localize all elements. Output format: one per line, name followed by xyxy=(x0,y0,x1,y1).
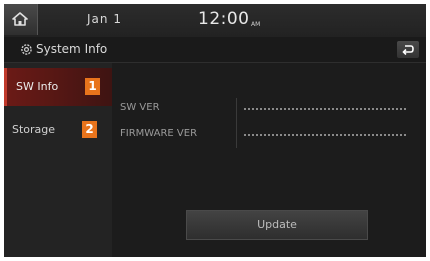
back-button[interactable] xyxy=(397,41,419,58)
back-arrow-icon xyxy=(402,45,414,55)
update-button[interactable]: Update xyxy=(186,210,368,240)
home-icon xyxy=(12,12,28,26)
date-display: Jan 1 xyxy=(87,12,122,26)
title-bar: System Info xyxy=(4,37,426,63)
ampm-indicator: AM xyxy=(251,21,261,28)
firmware-ver-label: FIRMWARE VER xyxy=(120,128,198,139)
info-panel: SW VER FIRMWARE VER Update xyxy=(112,63,426,257)
status-bar: Jan 1 12:00 AM xyxy=(4,4,426,37)
sidebar-item-sw-info[interactable]: SW Info 1 xyxy=(4,68,112,106)
column-divider xyxy=(236,98,237,148)
firmware-ver-value xyxy=(244,134,406,136)
sw-ver-value xyxy=(244,108,406,110)
callout-badge: 2 xyxy=(82,121,97,138)
clock-display: 12:00 xyxy=(198,9,250,29)
callout-badge: 1 xyxy=(85,78,100,95)
screen: Jan 1 12:00 AM System Info SW Info 1 Sto… xyxy=(4,4,426,257)
sidebar-item-label: Storage xyxy=(12,123,56,136)
sw-ver-label: SW VER xyxy=(120,102,160,113)
gear-icon xyxy=(21,44,32,55)
page-title: System Info xyxy=(36,42,108,56)
sidebar-item-storage[interactable]: Storage 2 xyxy=(4,111,112,149)
sidebar: SW Info 1 Storage 2 xyxy=(4,63,112,257)
sidebar-item-label: SW Info xyxy=(16,80,59,93)
home-button[interactable] xyxy=(4,4,38,35)
